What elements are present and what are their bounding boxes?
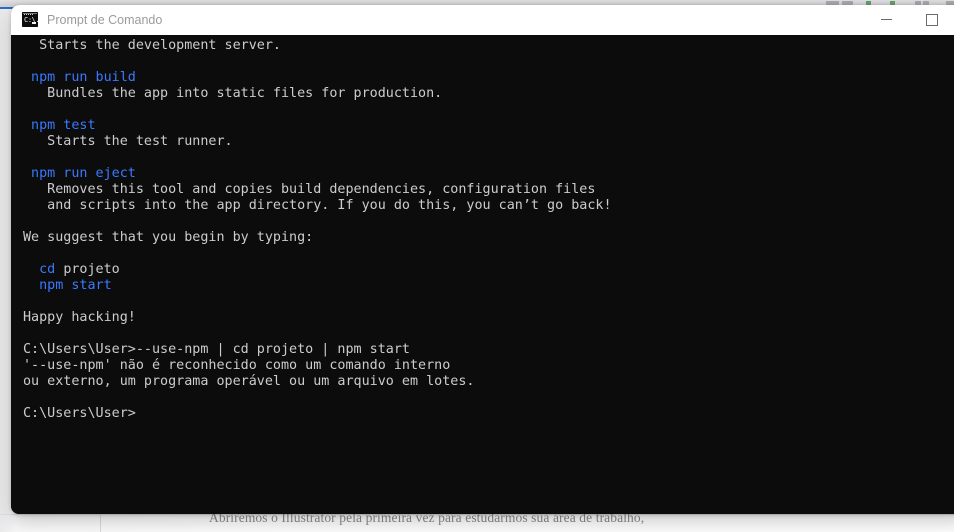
console-icon: C:\. xyxy=(22,12,40,27)
window-titlebar[interactable]: C:\. Prompt de Comando xyxy=(11,5,954,35)
terminal-line: npm start xyxy=(23,278,954,294)
terminal-output[interactable]: Starts the development server. npm run b… xyxy=(11,35,954,514)
terminal-line: Bundles the app into static files for pr… xyxy=(23,86,443,101)
terminal-line: Starts the development server. xyxy=(23,38,281,53)
terminal-line: C:\Users\User>--use-npm | cd projeto | n… xyxy=(23,342,410,357)
terminal-line: and scripts into the app directory. If y… xyxy=(23,198,612,213)
terminal-line: We suggest that you begin by typing: xyxy=(23,230,314,245)
terminal-line: npm test xyxy=(23,118,954,134)
terminal-line: Starts the test runner. xyxy=(23,134,233,149)
minimize-button[interactable] xyxy=(863,5,909,34)
terminal-line: Happy hacking! xyxy=(23,310,136,325)
terminal-line: C:\Users\User> xyxy=(23,406,136,421)
terminal-line: npm run eject xyxy=(23,166,954,182)
terminal-command-text: npm test xyxy=(23,118,96,133)
screen: Abriremos o Illustrator pela primeira ve… xyxy=(0,0,954,532)
terminal-line: '--use-npm' não é reconhecido como um co… xyxy=(23,358,451,373)
terminal-line: cd projeto xyxy=(23,262,954,278)
terminal-plain-text: projeto xyxy=(63,262,120,277)
terminal-command-text: npm run eject xyxy=(23,166,136,181)
maximize-icon xyxy=(926,13,938,26)
terminal-line: npm run build xyxy=(23,70,954,86)
terminal-command-text: npm start xyxy=(23,278,112,293)
terminal-command-text: cd xyxy=(23,262,64,277)
terminal-line: ou externo, um programa operável ou um a… xyxy=(23,374,475,389)
maximize-button[interactable] xyxy=(909,5,954,34)
terminal-command-text: npm run build xyxy=(23,70,136,85)
window-controls xyxy=(863,5,954,34)
terminal-line: Removes this tool and copies build depen… xyxy=(23,182,596,197)
window-title: Prompt de Comando xyxy=(47,12,163,27)
command-prompt-window[interactable]: C:\. Prompt de Comando Starts the develo… xyxy=(11,5,954,514)
minimize-icon xyxy=(880,19,892,20)
